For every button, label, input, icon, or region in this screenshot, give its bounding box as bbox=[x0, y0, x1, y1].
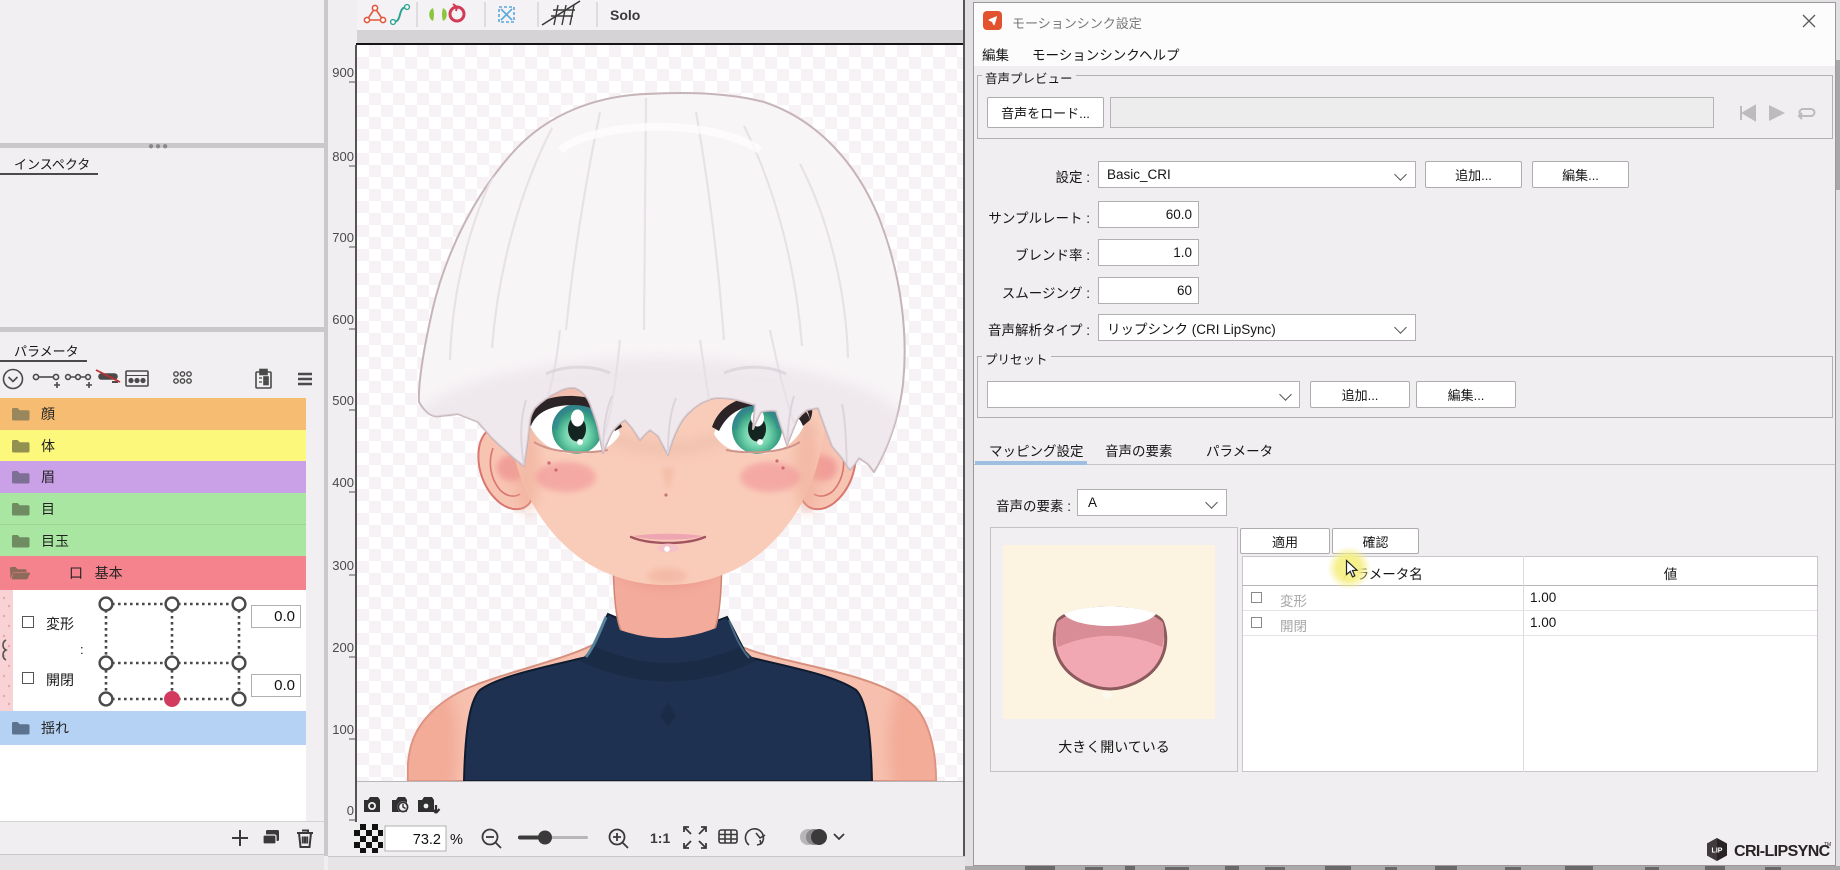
svg-text:500: 500 bbox=[332, 393, 354, 408]
svg-text:LIP: LIP bbox=[1712, 848, 1723, 855]
svg-text:400: 400 bbox=[332, 475, 354, 490]
svg-text:CRI-LIPSYNC: CRI-LIPSYNC bbox=[1734, 843, 1831, 860]
svg-text:100: 100 bbox=[332, 722, 354, 737]
svg-text:300: 300 bbox=[332, 558, 354, 573]
svg-text:600: 600 bbox=[332, 312, 354, 327]
svg-text:1:1: 1:1 bbox=[650, 830, 670, 846]
svg-text:TM: TM bbox=[1824, 842, 1831, 848]
svg-text:%: % bbox=[450, 832, 463, 848]
svg-text:0: 0 bbox=[347, 803, 354, 818]
svg-text:73.2: 73.2 bbox=[413, 832, 441, 848]
svg-text:200: 200 bbox=[332, 640, 354, 655]
svg-text:700: 700 bbox=[332, 230, 354, 245]
svg-text:800: 800 bbox=[332, 149, 354, 164]
svg-text:900: 900 bbox=[332, 65, 354, 80]
